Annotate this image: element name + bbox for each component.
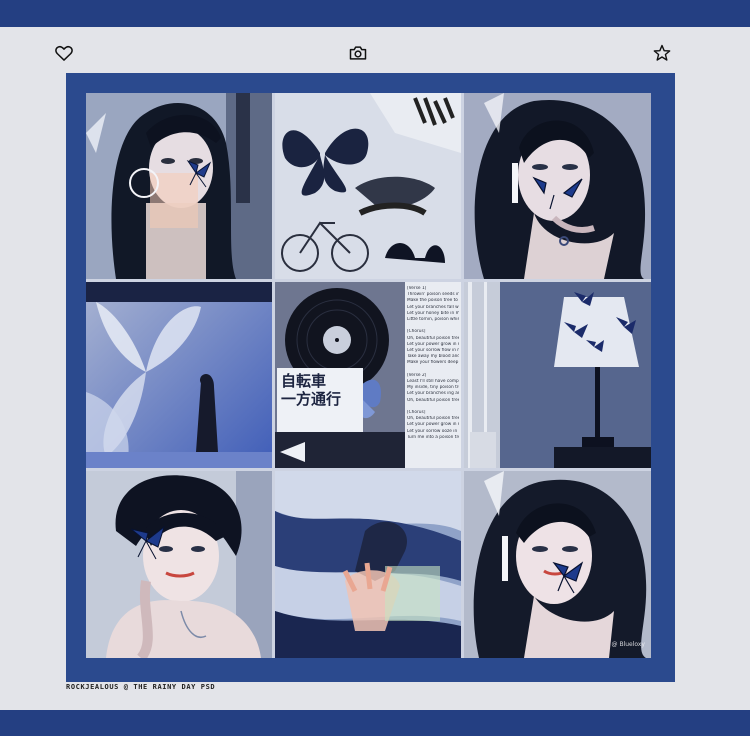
camera-icon[interactable] — [347, 42, 369, 64]
tile-image — [464, 93, 651, 279]
tile-image — [86, 471, 272, 658]
lyric-line: Oh, beautiful poison tree — [407, 335, 459, 341]
star-icon[interactable] — [651, 42, 673, 64]
lyric-line: Make your flowers deep i — [407, 360, 459, 366]
lyric-line: Little tornin, poison whisp — [407, 317, 459, 323]
tile-image — [86, 282, 272, 468]
collage-grid: 自転車 一方通行 [Verse 1] Throwin' poison seeds … — [86, 93, 651, 658]
lyrics-panel: [Verse 1] Throwin' poison seeds in Make … — [405, 282, 461, 468]
collage-frame: 自転車 一方通行 [Verse 1] Throwin' poison seeds … — [66, 73, 675, 682]
lyric-line: Make the poison tree to g — [407, 298, 459, 304]
tile-image — [275, 93, 461, 279]
collage-tile-butterfly-wall[interactable] — [86, 282, 272, 468]
top-band — [0, 0, 750, 27]
collage-tile-lamp[interactable] — [464, 282, 651, 468]
collage-tile-hand-water[interactable] — [275, 471, 461, 658]
heart-icon[interactable] — [53, 42, 75, 64]
collage-tile-girl-butterfly[interactable] — [86, 93, 272, 279]
bottom-band — [0, 710, 750, 736]
collage-tile-boy-butterfly[interactable] — [86, 471, 272, 658]
credit-text: ROCKJEALOUS @ THE RAINY DAY PSD — [66, 683, 216, 691]
lyric-line: Let your sorrow ooze in m — [407, 428, 459, 434]
lyric-line: Oh, beautiful poison tree — [407, 397, 459, 403]
tile-image — [464, 471, 651, 658]
street-sign: 自転車 一方通行 — [277, 368, 363, 432]
lyric-line: Let your branches ing an — [407, 391, 459, 397]
collage-tile-butterfly-sketch[interactable] — [275, 93, 461, 279]
tile-image — [86, 93, 272, 279]
tile-image — [464, 282, 651, 468]
collage-tile-girl-ring[interactable] — [464, 93, 651, 279]
collage-tile-vinyl-lyrics[interactable]: 自転車 一方通行 [Verse 1] Throwin' poison seeds … — [275, 282, 461, 468]
sign-line-1: 自転車 — [281, 372, 327, 390]
collage-tile-girl-lips[interactable]: @ Blueloxy — [464, 471, 651, 658]
lyric-line: Let your branches fall wh — [407, 304, 459, 310]
sign-line-2: 一方通行 — [281, 390, 342, 408]
lyric-line: Turn me into a poison tree — [407, 434, 459, 440]
tile-image — [275, 471, 461, 658]
watermark: @ Blueloxy — [611, 641, 645, 648]
lyric-line: Let your power grow in m — [407, 422, 459, 428]
